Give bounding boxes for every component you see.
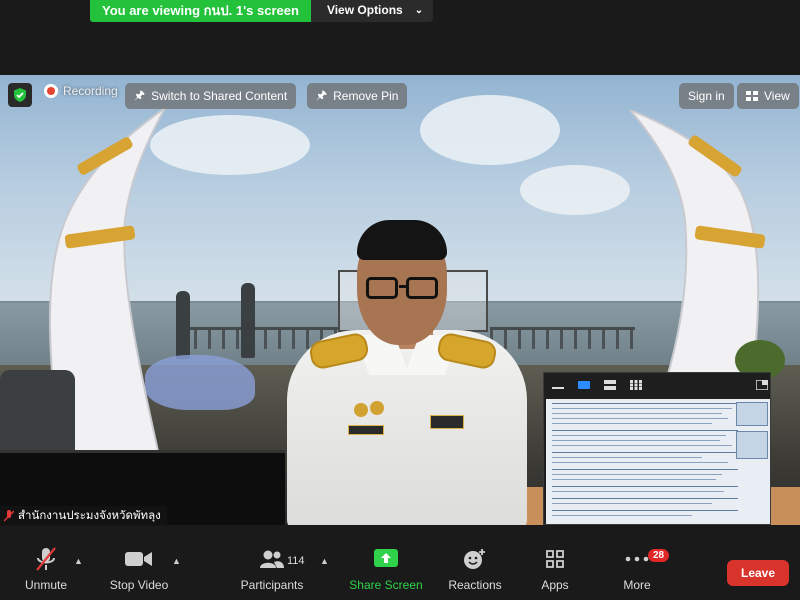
document-line bbox=[552, 503, 712, 504]
sign-in-label: Sign in bbox=[688, 89, 725, 103]
video-camera-icon bbox=[125, 544, 153, 574]
remove-pin-button[interactable]: 🖈 Remove Pin bbox=[307, 83, 408, 109]
minimize-icon[interactable] bbox=[552, 380, 564, 390]
chevron-down-icon: ⌄ bbox=[414, 5, 424, 16]
view-options-button[interactable]: View Options ⌄ bbox=[310, 0, 434, 22]
share-banner: You are viewing กนป. 1's screen View Opt… bbox=[90, 0, 434, 22]
unmute-label: Unmute bbox=[24, 578, 68, 592]
mic-muted-icon bbox=[34, 544, 58, 574]
document-line bbox=[552, 462, 728, 463]
participant-name: สำนักงานประมงจังหวัดพัทลุง bbox=[18, 510, 161, 522]
document-line bbox=[552, 435, 726, 436]
medal-icon bbox=[370, 401, 384, 415]
stop-video-button[interactable]: Stop Video bbox=[106, 526, 172, 600]
remove-pin-label: Remove Pin bbox=[333, 89, 399, 103]
more-notification-badge: 28 bbox=[648, 549, 670, 562]
muted-mic-icon bbox=[4, 510, 14, 522]
document-line bbox=[552, 498, 738, 499]
shared-content-thumbnail[interactable] bbox=[543, 372, 771, 525]
document-line bbox=[552, 408, 732, 409]
gallery-view-icon[interactable] bbox=[630, 380, 642, 390]
document-line bbox=[552, 491, 724, 492]
glasses-left-lens bbox=[366, 277, 398, 299]
participants-icon bbox=[259, 544, 285, 574]
more-button[interactable]: More bbox=[612, 526, 662, 600]
pin-icon: 🖈 bbox=[316, 87, 328, 102]
recording-label: Recording bbox=[63, 84, 118, 98]
video-stage: Recording 🖈 Switch to Shared Content 🖈 R… bbox=[0, 75, 800, 525]
document-line bbox=[552, 440, 720, 441]
document-line bbox=[552, 403, 738, 404]
audio-options-caret-icon[interactable]: ▲ bbox=[74, 556, 83, 566]
background-person bbox=[241, 283, 255, 358]
view-label: View bbox=[764, 89, 790, 103]
thumbnail-toolbar bbox=[544, 373, 770, 397]
document-side-box bbox=[736, 402, 768, 426]
ribbon-bar bbox=[430, 415, 464, 429]
participants-count: 114 bbox=[287, 555, 305, 567]
speaker-view-icon[interactable] bbox=[578, 380, 590, 390]
reactions-smiley-icon bbox=[463, 544, 487, 574]
sign-in-button[interactable]: Sign in bbox=[679, 83, 734, 109]
recording-indicator[interactable]: Recording bbox=[44, 84, 118, 98]
viewing-screen-label: You are viewing กนป. 1's screen bbox=[90, 0, 311, 22]
document-line bbox=[552, 515, 692, 516]
meeting-controls-bar: Unmute ▲ Stop Video ▲ Participants 114 ▲… bbox=[0, 526, 800, 600]
switch-to-shared-content-button[interactable]: 🖈 Switch to Shared Content bbox=[125, 83, 297, 109]
document-line bbox=[552, 452, 738, 453]
share-screen-icon bbox=[374, 544, 398, 574]
apps-label: Apps bbox=[541, 578, 569, 592]
document-side-box bbox=[736, 431, 768, 459]
more-label: More bbox=[623, 578, 651, 592]
reactions-label: Reactions bbox=[448, 578, 502, 592]
shared-document-preview bbox=[546, 399, 770, 524]
document-line bbox=[552, 510, 738, 511]
expand-icon[interactable] bbox=[756, 380, 768, 390]
document-line bbox=[552, 413, 722, 414]
strip-view-icon[interactable] bbox=[604, 380, 616, 390]
document-line bbox=[552, 486, 738, 487]
apps-icon bbox=[544, 544, 566, 574]
document-line bbox=[552, 418, 728, 419]
document-line bbox=[552, 469, 738, 470]
document-line bbox=[552, 430, 738, 431]
zoom-window: You are viewing กนป. 1's screen View Opt… bbox=[0, 0, 800, 600]
apps-button[interactable]: Apps bbox=[530, 526, 580, 600]
share-screen-button[interactable]: Share Screen bbox=[348, 526, 424, 600]
document-line bbox=[552, 445, 732, 446]
grid-view-icon bbox=[746, 91, 758, 101]
presenter bbox=[282, 220, 532, 525]
view-button[interactable]: View bbox=[737, 83, 799, 109]
share-screen-label: Share Screen bbox=[349, 578, 423, 592]
presenter-hair bbox=[357, 220, 447, 260]
view-options-label: View Options bbox=[326, 3, 403, 17]
reactions-button[interactable]: Reactions bbox=[444, 526, 506, 600]
pin-icon: 🖈 bbox=[134, 87, 146, 102]
participants-label: Participants bbox=[240, 578, 304, 592]
record-icon bbox=[44, 84, 58, 98]
document-line bbox=[552, 479, 716, 480]
document-line bbox=[552, 457, 702, 458]
cloud bbox=[420, 95, 560, 165]
video-options-caret-icon[interactable]: ▲ bbox=[172, 556, 181, 566]
participant-name-tag: สำนักงานประมงจังหวัดพัทลุง bbox=[0, 506, 167, 526]
name-badge bbox=[348, 425, 384, 435]
document-line bbox=[552, 474, 722, 475]
more-dots-icon bbox=[625, 544, 649, 574]
document-line bbox=[552, 423, 712, 424]
unmute-button[interactable]: Unmute bbox=[14, 526, 78, 600]
security-shield-icon[interactable] bbox=[8, 83, 32, 107]
glasses-bridge bbox=[399, 285, 407, 288]
stop-video-label: Stop Video bbox=[109, 578, 169, 592]
medal-icon bbox=[354, 403, 368, 417]
leave-button[interactable]: Leave bbox=[727, 560, 789, 586]
glasses-right-lens bbox=[406, 277, 438, 299]
participants-options-caret-icon[interactable]: ▲ bbox=[320, 556, 329, 566]
switch-label: Switch to Shared Content bbox=[151, 89, 288, 103]
